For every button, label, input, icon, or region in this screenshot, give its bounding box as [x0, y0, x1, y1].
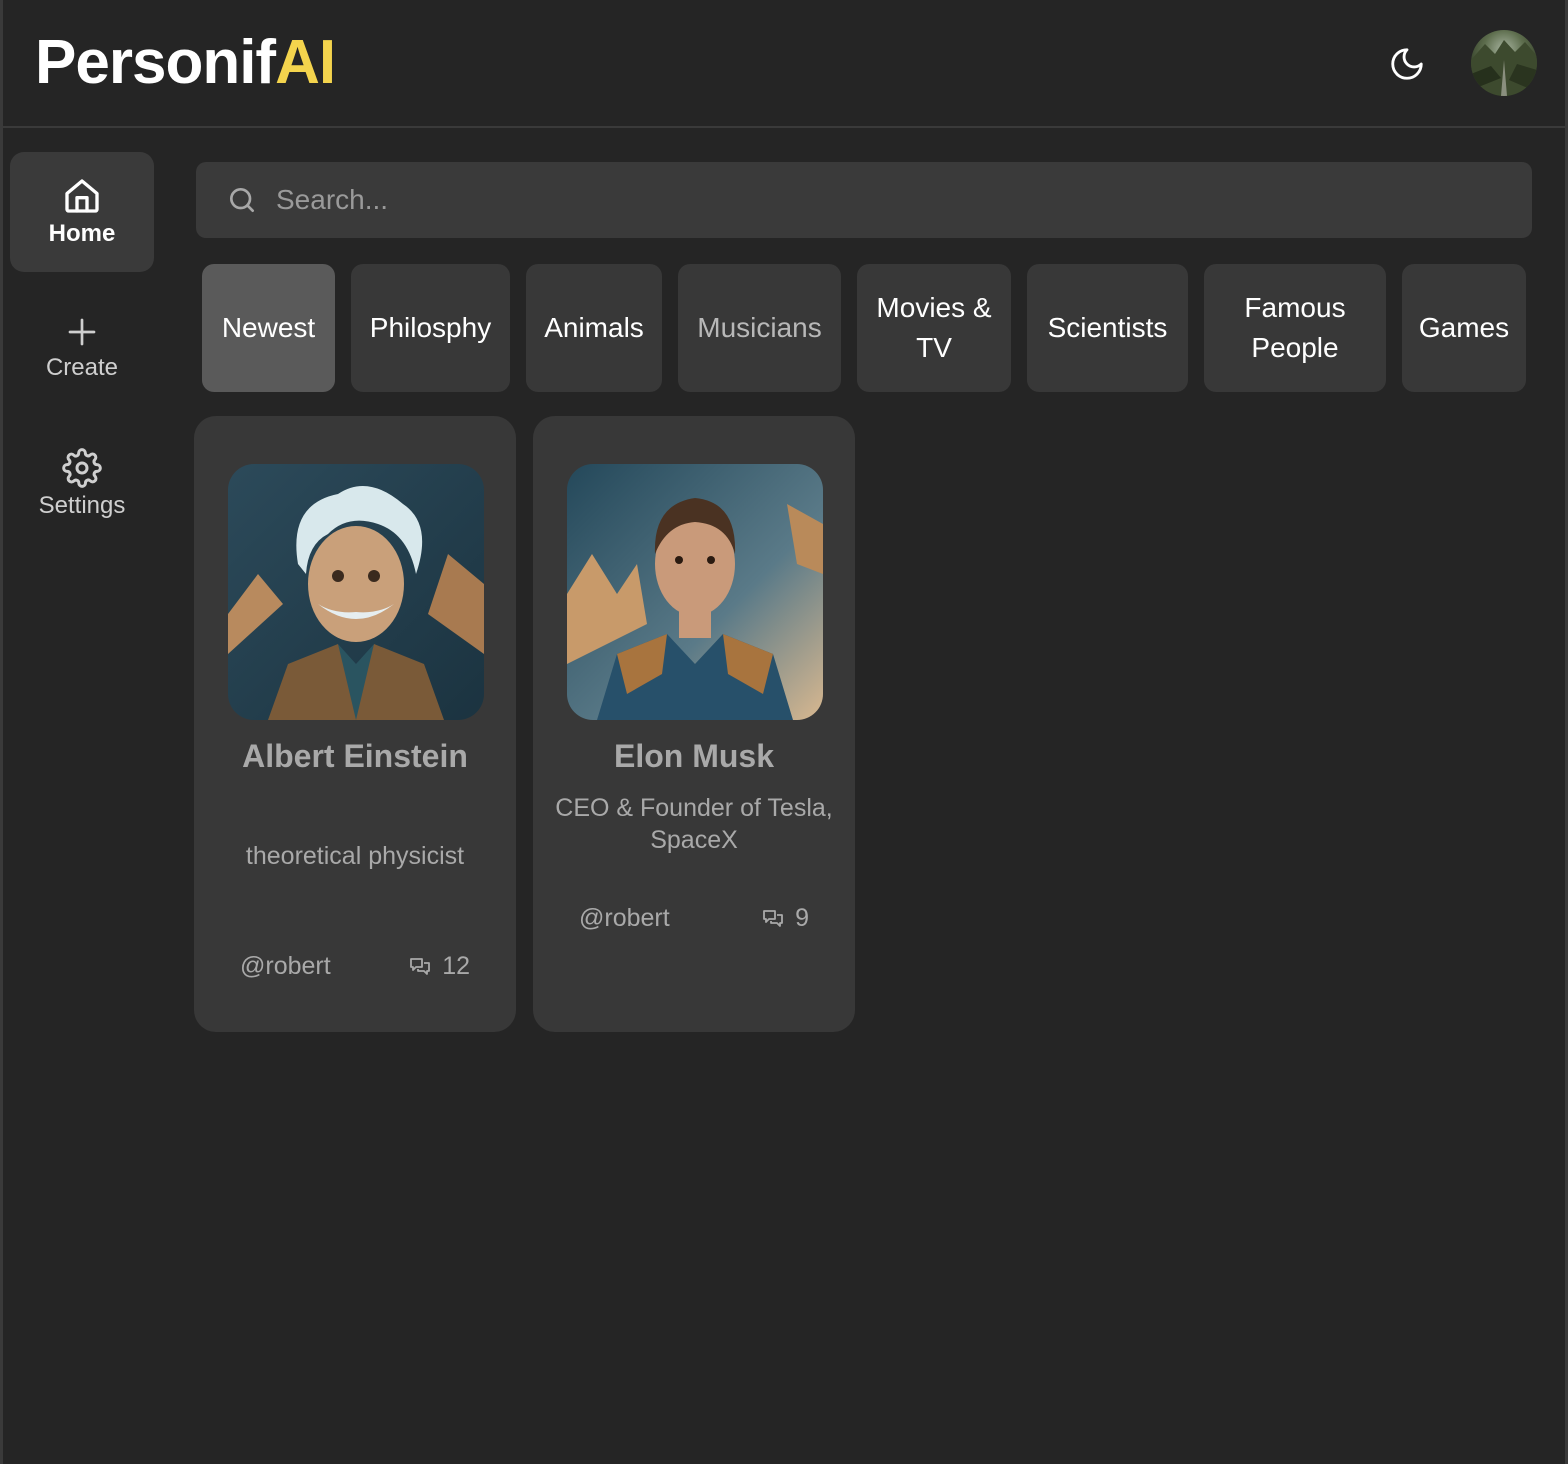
companion-portrait [567, 464, 823, 720]
moon-icon [1391, 48, 1423, 80]
user-avatar[interactable] [1471, 30, 1537, 96]
category-movies-tv[interactable]: Movies & TV [857, 264, 1011, 392]
chat-bubbles-icon [763, 909, 783, 927]
sidebar: Home Create Settings [10, 152, 154, 560]
sidebar-item-create[interactable]: Create [10, 288, 154, 408]
companion-name: Albert Einstein [242, 738, 468, 774]
search-icon [230, 188, 254, 212]
companion-card[interactable]: Albert Einstein theoretical physicist @r… [194, 416, 516, 1032]
top-navbar: PersonifAI [3, 0, 1565, 128]
message-count-value: 9 [795, 904, 809, 932]
category-animals[interactable]: Animals [526, 264, 662, 392]
companion-name: Elon Musk [613, 738, 774, 774]
companion-description: CEO & Founder of Tesla, SpaceX [555, 794, 833, 854]
companion-card[interactable]: Elon Musk CEO & Founder of Tesla, SpaceX… [533, 416, 855, 1032]
companion-description: theoretical physicist [245, 842, 465, 870]
home-icon [65, 179, 99, 213]
category-label: Scientists [1047, 312, 1168, 343]
chat-bubbles-icon [410, 957, 431, 975]
sidebar-item-label: Create [45, 354, 119, 381]
companion-author: @robert [240, 952, 331, 980]
sidebar-item-home[interactable]: Home [10, 152, 154, 272]
message-count: 9 [761, 904, 809, 933]
category-label: Movies & TV [876, 292, 992, 363]
category-games[interactable]: Games [1402, 264, 1526, 392]
category-label: Newest [221, 312, 316, 343]
category-label: Philosphy [369, 312, 492, 343]
companion-meta: @robert 9 [579, 904, 809, 933]
plus-icon [68, 318, 96, 346]
search-input[interactable] [276, 184, 1476, 216]
category-newest[interactable]: Newest [202, 264, 335, 392]
companion-meta: @robert 12 [240, 952, 470, 981]
theme-toggle-button[interactable] [1383, 40, 1431, 88]
sidebar-item-label: Settings [38, 492, 126, 519]
category-label: Animals [544, 312, 644, 343]
category-philosophy[interactable]: Philosphy [351, 264, 510, 392]
category-famous-people[interactable]: Famous People [1204, 264, 1386, 392]
companion-author: @robert [579, 904, 670, 932]
logo-main-text: Personif [35, 28, 276, 97]
companion-portrait [228, 464, 484, 720]
app-logo[interactable]: PersonifAI [35, 28, 336, 98]
sidebar-item-label: Home [48, 220, 116, 247]
window-frame-left [0, 0, 3, 1464]
message-count: 12 [408, 952, 470, 981]
gear-icon [62, 448, 102, 488]
category-label: Famous People [1244, 292, 1346, 363]
category-label: Games [1418, 312, 1510, 343]
category-musicians[interactable]: Musicians [678, 264, 841, 392]
search-bar [196, 162, 1532, 238]
category-label: Musicians [697, 312, 822, 343]
category-scientists[interactable]: Scientists [1027, 264, 1188, 392]
message-count-value: 12 [442, 952, 470, 980]
sidebar-item-settings[interactable]: Settings [10, 424, 154, 544]
logo-accent-text: AI [275, 28, 336, 97]
